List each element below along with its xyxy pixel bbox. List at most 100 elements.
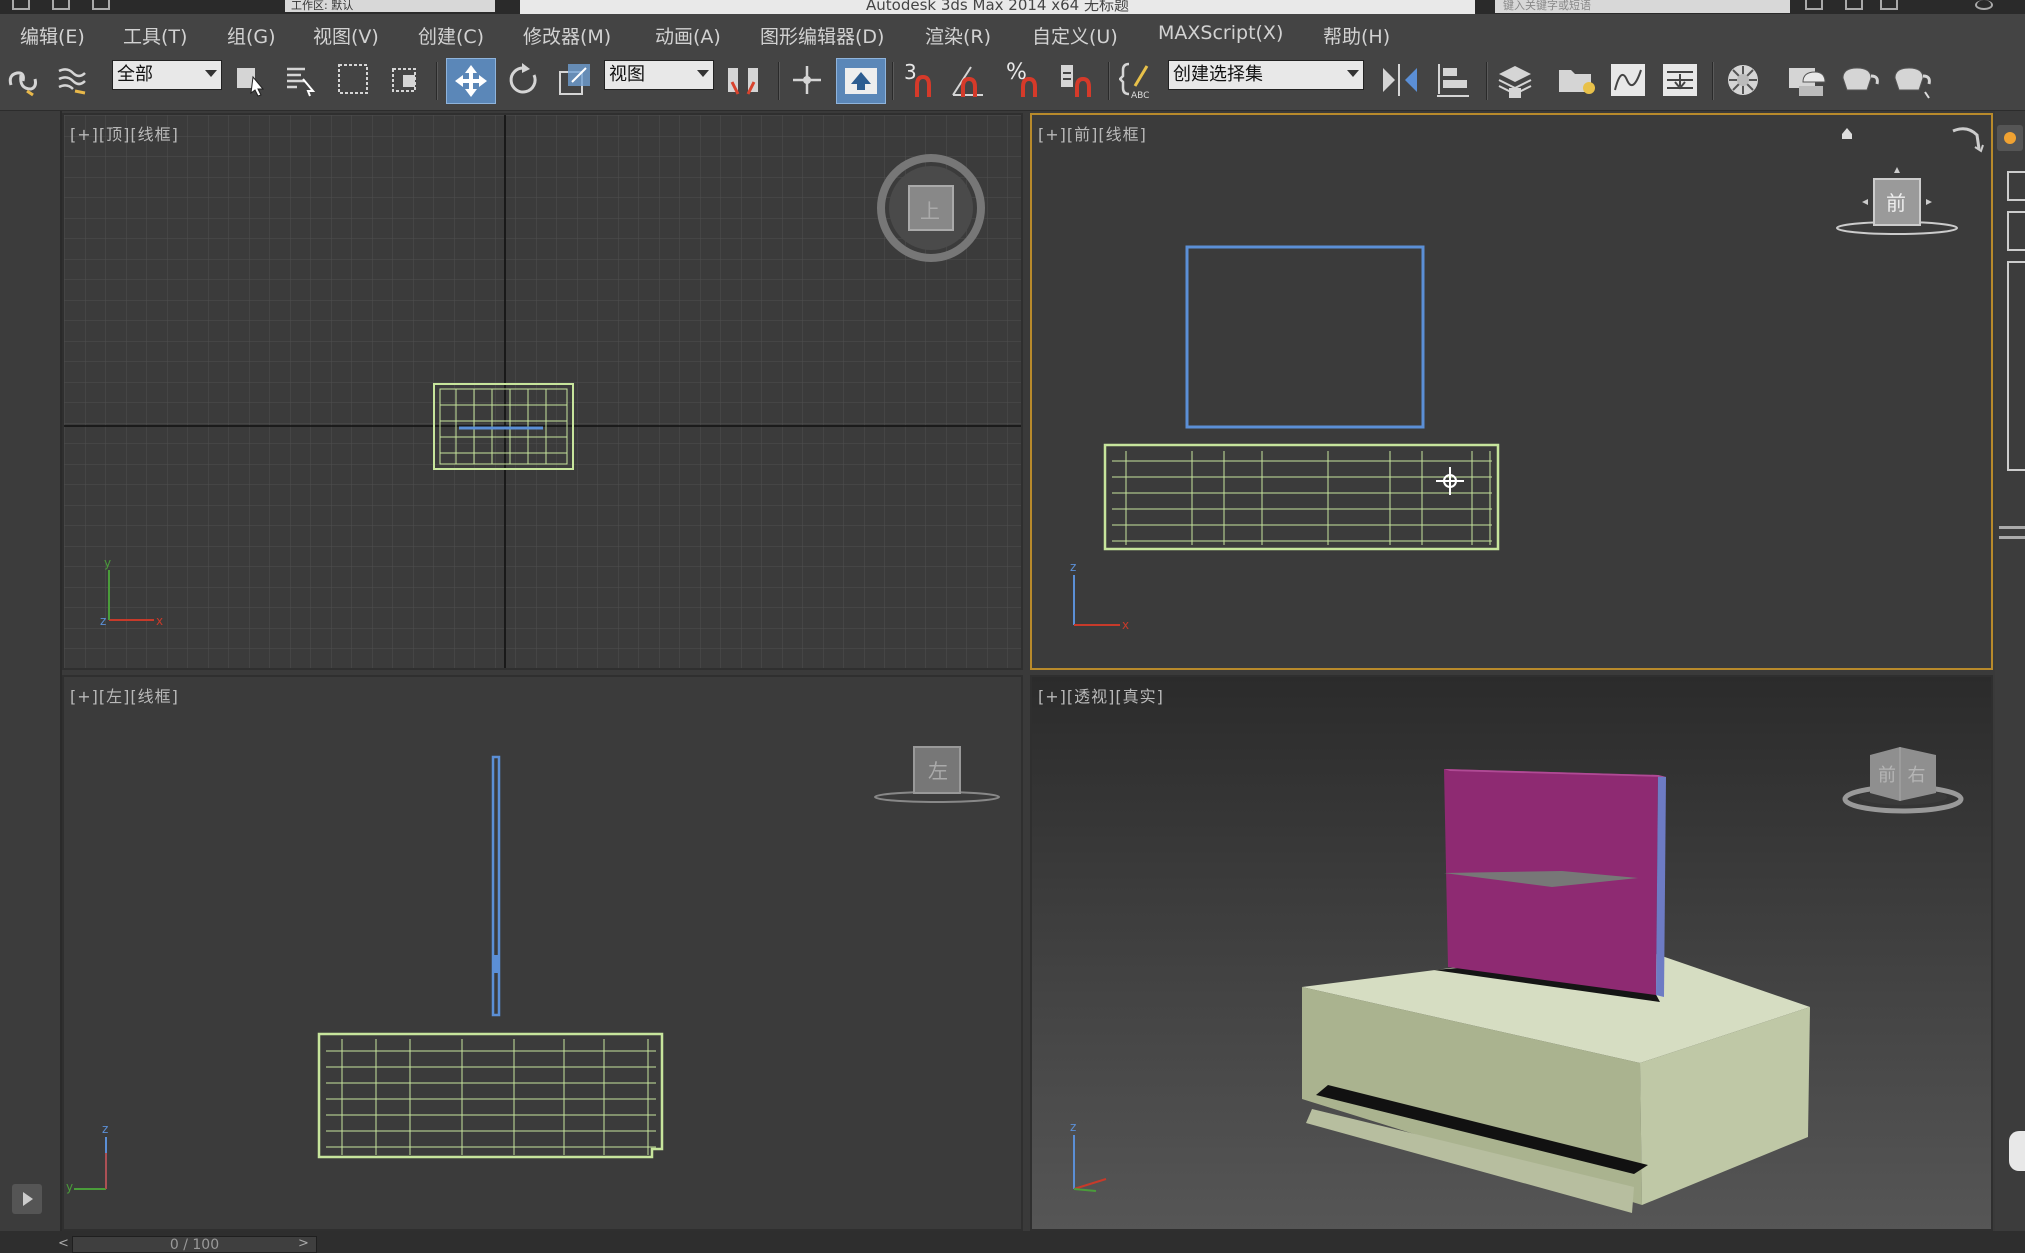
- undo-view-icon[interactable]: [1947, 121, 1987, 157]
- pivot-center-icon[interactable]: [723, 58, 767, 102]
- workspace-dropdown[interactable]: 工作区: 默认: [285, 0, 495, 12]
- selection-filter-value: 全部: [117, 64, 153, 85]
- snap-toggle-icon[interactable]: 3: [900, 58, 940, 102]
- menu-animation[interactable]: 动画(A): [655, 22, 721, 49]
- title-tab: Autodesk 3ds Max 2014 x64 无标题: [520, 0, 1475, 14]
- viewport-label-front[interactable]: [+][前][线框]: [1038, 121, 1147, 145]
- reference-coord-dropdown[interactable]: 视图: [604, 60, 714, 90]
- rect-selection-icon[interactable]: [334, 58, 374, 102]
- sun-icon[interactable]: [1997, 125, 2023, 151]
- menu-create[interactable]: 创建(C): [418, 22, 484, 49]
- viewcube-face-label: 左: [928, 759, 948, 783]
- edit-named-selection-icon[interactable]: ABC: [1118, 58, 1158, 102]
- viewcube-perspective[interactable]: 前 右: [1838, 741, 1968, 821]
- time-slider[interactable]: 0 / 100: [72, 1236, 317, 1253]
- schematic-view-icon[interactable]: [1658, 58, 1702, 102]
- percent-snap-icon[interactable]: %: [1004, 58, 1044, 102]
- percent-label: %: [1006, 60, 1027, 85]
- save-file-icon[interactable]: [92, 0, 110, 10]
- rendered-frame-window-icon[interactable]: [1836, 58, 1882, 102]
- named-selection-value: 创建选择集: [1173, 64, 1263, 85]
- viewcube-top[interactable]: 上: [876, 153, 986, 263]
- viewport-left[interactable]: z y [+][左][线框] 左: [62, 675, 1023, 1231]
- viewport-perspective[interactable]: z [+][透视][真实] 前 右: [1030, 675, 1993, 1231]
- select-by-name-icon[interactable]: [282, 58, 318, 102]
- play-animation-button[interactable]: [12, 1184, 42, 1214]
- reference-coord-value: 视图: [609, 64, 645, 85]
- help-icon[interactable]: [1975, 0, 1993, 10]
- link-icon[interactable]: [4, 58, 40, 102]
- viewport-label-top[interactable]: [+][顶][线框]: [70, 121, 179, 145]
- selection-filter-dropdown[interactable]: 全部: [112, 60, 222, 90]
- toolbar-separator: [436, 62, 438, 100]
- left-command-strip: [0, 111, 62, 1231]
- binoculars-icon[interactable]: [1805, 0, 1823, 10]
- viewport-top[interactable]: y x z [+][顶][线框] 上: [62, 113, 1023, 670]
- window-crossing-icon[interactable]: [388, 58, 424, 102]
- move-cursor-icon: [1436, 467, 1464, 495]
- menu-graph-editors[interactable]: 图形编辑器(D): [760, 22, 884, 49]
- menu-maxscript[interactable]: MAXScript(X): [1158, 22, 1283, 44]
- menu-help[interactable]: 帮助(H): [1323, 22, 1390, 49]
- scene-explorer-icon[interactable]: [1554, 58, 1598, 102]
- viewport-front[interactable]: z x [+][前][线框] 前: [1030, 113, 1993, 670]
- viewcube-face-label: 上: [920, 199, 940, 223]
- named-selection-dropdown[interactable]: 创建选择集: [1168, 60, 1364, 90]
- search-input[interactable]: 键入关键字或短语: [1495, 0, 1790, 13]
- menu-view[interactable]: 视图(V): [313, 22, 379, 49]
- menu-bar: 编辑(E) 工具(T) 组(G) 视图(V) 创建(C) 修改器(M) 动画(A…: [0, 14, 2025, 52]
- manipulate-icon[interactable]: [788, 58, 826, 102]
- panel-divider: [1999, 536, 2025, 539]
- menu-rendering[interactable]: 渲染(R): [925, 22, 991, 49]
- user-icon[interactable]: [1845, 0, 1863, 10]
- panel-divider: [1999, 526, 2025, 529]
- viewcube-front[interactable]: 前: [1832, 165, 1962, 240]
- toolbar-separator: [892, 62, 894, 100]
- menu-modifiers[interactable]: 修改器(M): [523, 22, 611, 49]
- viewcube-left[interactable]: 左: [872, 741, 1002, 811]
- render-setup-icon[interactable]: [1784, 58, 1830, 102]
- time-slider-frame: 0 / 100: [169, 1237, 220, 1253]
- scale-icon[interactable]: [555, 58, 597, 102]
- chevron-down-icon: [1347, 70, 1359, 77]
- panel-scroll-handle[interactable]: [2009, 1131, 2025, 1171]
- viewport-label-left[interactable]: [+][左][线框]: [70, 683, 179, 707]
- new-file-icon[interactable]: [12, 0, 30, 10]
- chevron-down-icon: [697, 70, 709, 77]
- menu-tools[interactable]: 工具(T): [123, 22, 187, 49]
- viewcube-face-label: 前 右: [1878, 765, 1926, 786]
- command-panel: [1995, 111, 2025, 1231]
- timeline-prev-icon[interactable]: <: [58, 1236, 72, 1253]
- menu-customize[interactable]: 自定义(U): [1032, 22, 1118, 49]
- material-editor-icon[interactable]: [1722, 58, 1768, 102]
- menu-edit[interactable]: 编辑(E): [20, 22, 85, 49]
- unlink-icon[interactable]: [54, 58, 90, 102]
- tv-screen-model: [1434, 769, 1666, 1002]
- layer-manager-icon[interactable]: [1494, 58, 1538, 102]
- chevron-down-icon: [205, 70, 217, 77]
- title-bar: 工作区: 默认 Autodesk 3ds Max 2014 x64 无标题 键入…: [0, 0, 2025, 14]
- panel-field[interactable]: [2007, 211, 2025, 251]
- curve-editor-icon[interactable]: [1606, 58, 1650, 102]
- viewport-label-perspective[interactable]: [+][透视][真实]: [1038, 683, 1164, 707]
- mirror-icon[interactable]: [1378, 58, 1422, 102]
- keyboard-shortcut-override-icon[interactable]: [836, 58, 886, 104]
- rotate-icon[interactable]: [503, 58, 543, 102]
- timeline-next-icon[interactable]: >: [298, 1236, 312, 1253]
- move-icon[interactable]: [446, 58, 496, 104]
- open-file-icon[interactable]: [52, 0, 70, 10]
- spinner-snap-icon[interactable]: [1056, 58, 1096, 102]
- angle-snap-icon[interactable]: [948, 58, 988, 102]
- align-icon[interactable]: [1432, 58, 1476, 102]
- menu-group[interactable]: 组(G): [227, 22, 276, 49]
- star-icon[interactable]: [1880, 0, 1898, 10]
- home-icon[interactable]: [1840, 125, 1854, 139]
- render-production-icon[interactable]: [1888, 58, 1934, 102]
- svg-text:x: x: [1122, 618, 1129, 632]
- viewcube-face-label: 前: [1886, 191, 1906, 215]
- select-object-icon[interactable]: [232, 58, 268, 102]
- panel-list[interactable]: [2007, 261, 2025, 471]
- svg-text:z: z: [102, 1122, 108, 1136]
- panel-field[interactable]: [2007, 171, 2025, 201]
- tv-wireframe-left: [491, 755, 501, 1017]
